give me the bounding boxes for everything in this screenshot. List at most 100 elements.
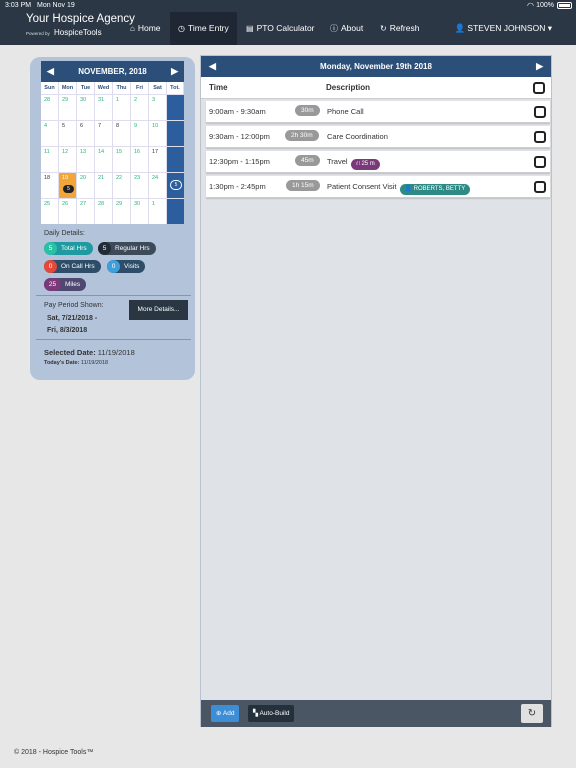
calendar-day[interactable]: 26 bbox=[59, 198, 77, 224]
refresh-button[interactable]: ↻ bbox=[521, 704, 543, 723]
selected-date: Selected Date: 11/19/2018 bbox=[44, 348, 135, 357]
calendar-day[interactable]: 15 bbox=[113, 146, 131, 172]
user-menu[interactable]: 👤 STEVEN JOHNSON ▾ bbox=[454, 12, 552, 45]
row-checkbox[interactable] bbox=[534, 156, 546, 168]
nav-refresh[interactable]: ↻ Refresh bbox=[372, 12, 427, 45]
calendar-day[interactable]: 5 bbox=[59, 120, 77, 146]
calendar-day-number: 30 bbox=[80, 97, 87, 103]
calendar-day[interactable]: 1 bbox=[113, 94, 131, 120]
calendar-day[interactable]: 6 bbox=[77, 120, 95, 146]
patient-tag: 👤 ROBERTS, BETTY bbox=[399, 184, 471, 195]
calendar-day-number: 19 bbox=[62, 175, 69, 181]
table-row[interactable]: 12:30pm - 1:15pm 45m Travel ⛙ 25 m bbox=[206, 151, 550, 173]
calendar-day-number: 7 bbox=[98, 123, 102, 129]
entry-description: Patient Consent Visit bbox=[327, 182, 397, 191]
brand-logo[interactable]: Your Hospice Agency Powered by HospiceTo… bbox=[26, 13, 135, 37]
calendar-day[interactable]: 17 bbox=[149, 146, 167, 172]
calendar-day[interactable]: 30 bbox=[77, 94, 95, 120]
row-checkbox[interactable] bbox=[534, 181, 546, 193]
calendar-day[interactable]: 28 bbox=[41, 94, 59, 120]
calendar-day-header: Mon bbox=[59, 82, 77, 94]
calendar-day[interactable]: 30 bbox=[131, 198, 149, 224]
nav-home[interactable]: ⌂ Home bbox=[122, 12, 169, 45]
calendar-day[interactable]: 29 bbox=[113, 198, 131, 224]
calendar-day[interactable]: 29 bbox=[59, 94, 77, 120]
calendar-day[interactable]: 31 bbox=[95, 94, 113, 120]
week-total bbox=[167, 120, 184, 146]
calendar-day[interactable]: 16 bbox=[131, 146, 149, 172]
calendar-day[interactable]: 10 bbox=[149, 120, 167, 146]
nav-pto-calculator[interactable]: ▤ PTO Calculator bbox=[238, 12, 323, 45]
select-all-checkbox[interactable] bbox=[533, 82, 545, 94]
calendar-day[interactable]: 12 bbox=[59, 146, 77, 172]
divider bbox=[36, 339, 191, 340]
calendar-day[interactable]: 4 bbox=[41, 120, 59, 146]
calendar-day[interactable]: 23 bbox=[131, 172, 149, 198]
calendar-day[interactable]: 24 bbox=[149, 172, 167, 198]
calendar-day[interactable]: 20 bbox=[77, 172, 95, 198]
calendar-day[interactable]: 25 bbox=[41, 198, 59, 224]
calendar-day-number: 23 bbox=[134, 175, 141, 181]
battery-percent: 100% bbox=[536, 2, 554, 9]
road-icon: ⛙ bbox=[355, 161, 360, 167]
calendar-day[interactable]: 7 bbox=[95, 120, 113, 146]
next-day-icon[interactable]: ▶ bbox=[536, 56, 543, 77]
calendar-day[interactable]: 28 bbox=[95, 198, 113, 224]
row-checkbox[interactable] bbox=[534, 106, 546, 118]
calendar-day[interactable]: 19 5 bbox=[59, 172, 77, 198]
more-details-button[interactable]: More Details... bbox=[129, 300, 188, 320]
prev-month-icon[interactable]: ◀ bbox=[47, 61, 54, 82]
day-hours-badge: 5 bbox=[63, 185, 74, 193]
status-time: 3:03 PM bbox=[5, 2, 32, 9]
top-nav-bar: 3:03 PM Mon Nov 19 ◠ 100% Your Hospice A… bbox=[0, 0, 576, 45]
next-month-icon[interactable]: ▶ bbox=[171, 61, 178, 82]
calendar-day-header: Tue bbox=[77, 82, 95, 94]
week-total bbox=[167, 94, 184, 120]
add-button[interactable]: ⊕ Add bbox=[211, 705, 240, 722]
calendar-day[interactable]: 13 bbox=[77, 146, 95, 172]
nav-time-entry[interactable]: ◷ Time Entry bbox=[170, 12, 237, 45]
calendar-day[interactable]: 11 bbox=[41, 146, 59, 172]
col-time: Time bbox=[209, 83, 228, 92]
home-icon: ⌂ bbox=[130, 24, 135, 33]
calendar-day-number: 12 bbox=[62, 149, 69, 155]
travel-miles-tag: ⛙ 25 m bbox=[350, 159, 380, 170]
calendar-day[interactable]: 3 bbox=[149, 94, 167, 120]
calendar-day[interactable]: 1 bbox=[149, 198, 167, 224]
calendar-day[interactable]: 18 bbox=[41, 172, 59, 198]
pay-period-label: Pay Period Shown: bbox=[44, 302, 104, 309]
duration-badge: 1h 15m bbox=[286, 180, 320, 191]
calendar-day-number: 21 bbox=[98, 175, 105, 181]
auto-build-button[interactable]: ▚ Auto-Build bbox=[248, 705, 295, 722]
calendar-day[interactable]: 9 bbox=[131, 120, 149, 146]
page-footer: © 2018 - Hospice Tools™ bbox=[14, 749, 94, 756]
calendar-day-header: Wed bbox=[95, 82, 113, 94]
selected-date-value: 11/19/2018 bbox=[97, 348, 135, 357]
calendar-day[interactable]: 21 bbox=[95, 172, 113, 198]
nav-about-label: About bbox=[341, 23, 364, 33]
calendar-day[interactable]: 2 bbox=[131, 94, 149, 120]
add-button-label: Add bbox=[222, 710, 235, 717]
user-icon: 👤 bbox=[404, 186, 412, 192]
calendar-day[interactable]: 27 bbox=[77, 198, 95, 224]
user-name: STEVEN JOHNSON bbox=[467, 23, 546, 33]
calendar-day-header: Sat bbox=[149, 82, 167, 94]
entry-time: 1:30pm - 2:45pm bbox=[209, 182, 266, 191]
week-total-badge: 5 bbox=[170, 180, 182, 190]
nav-refresh-label: Refresh bbox=[389, 23, 420, 33]
miles-label: Miles bbox=[65, 281, 81, 288]
calendar-day-header: Tot. bbox=[167, 82, 184, 94]
table-row[interactable]: 1:30pm - 2:45pm 1h 15m Patient Consent V… bbox=[206, 176, 550, 198]
nav-about[interactable]: ⓘ About bbox=[322, 12, 371, 45]
table-row[interactable]: 9:30am - 12:00pm 2h 30m Care Coordinatio… bbox=[206, 126, 550, 148]
calendar-day-number: 13 bbox=[80, 149, 87, 155]
calendar-day[interactable]: 22 bbox=[113, 172, 131, 198]
calendar-day[interactable]: 14 bbox=[95, 146, 113, 172]
action-bar: ⊕ Add ▚ Auto-Build ↻ bbox=[201, 700, 551, 727]
table-row[interactable]: 9:00am - 9:30am 30m Phone Call bbox=[206, 101, 550, 123]
prev-day-icon[interactable]: ◀ bbox=[209, 56, 216, 77]
week-total bbox=[167, 146, 184, 172]
total-hrs-label: Total Hrs bbox=[61, 245, 87, 252]
calendar-day[interactable]: 8 bbox=[113, 120, 131, 146]
row-checkbox[interactable] bbox=[534, 131, 546, 143]
